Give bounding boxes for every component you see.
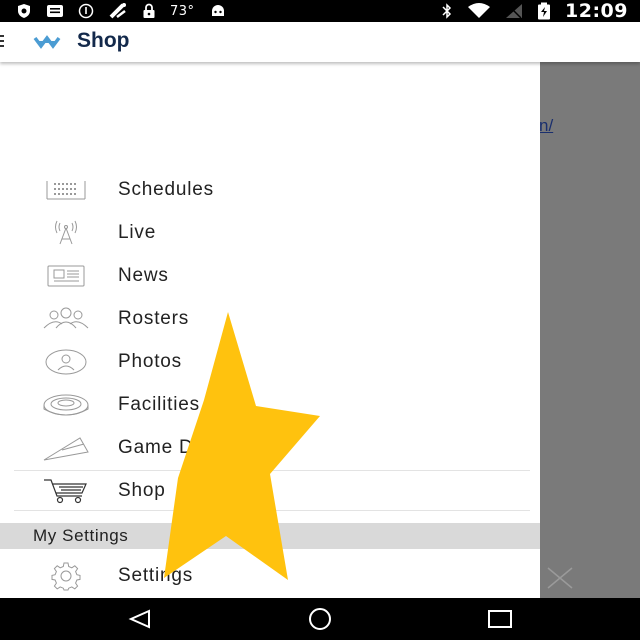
flag-pennant-icon	[40, 432, 92, 464]
drawer-scrim[interactable]	[540, 62, 640, 598]
gear-icon	[40, 560, 92, 592]
drawer-item-news[interactable]: News	[0, 254, 540, 297]
unc-logo-icon	[33, 35, 61, 49]
home-circle-icon[interactable]	[290, 598, 350, 640]
info-circle-icon	[78, 0, 94, 22]
system-navigation-bar	[0, 598, 640, 640]
star-overlay	[164, 312, 320, 580]
status-bar: 73° 12:09	[0, 0, 640, 22]
message-icon	[46, 0, 64, 22]
calendar-icon	[40, 174, 92, 206]
broadcast-tower-icon	[40, 217, 92, 249]
app-bar: Shop	[0, 22, 640, 62]
team-icon	[40, 303, 92, 335]
page-title: Shop	[77, 29, 130, 52]
clock-time: 12:09	[565, 0, 628, 22]
wifi-icon	[467, 0, 491, 22]
drawer-item-label: News	[118, 264, 169, 286]
temperature-label: 73°	[170, 3, 195, 19]
lock-icon	[142, 0, 156, 22]
drawer-item-label: Live	[118, 221, 157, 243]
back-triangle-icon[interactable]	[110, 598, 170, 640]
battery-icon	[537, 0, 551, 22]
shield-icon	[16, 0, 32, 22]
recents-square-icon[interactable]	[470, 598, 530, 640]
photo-person-icon	[40, 346, 92, 378]
section-header-label: My Settings	[33, 526, 129, 545]
drawer-item-live[interactable]: Live	[0, 211, 540, 254]
android-icon	[209, 0, 227, 22]
stadium-icon	[40, 389, 92, 421]
shopping-cart-icon	[40, 475, 92, 507]
fantasy-football-icon	[108, 0, 128, 22]
drawer-item-label: Schedules	[118, 178, 214, 200]
newspaper-icon	[40, 260, 92, 292]
drawer-item-label: Shop	[118, 479, 166, 501]
bluetooth-icon	[441, 0, 453, 22]
signal-icon	[505, 0, 523, 22]
drawer-item-schedules[interactable]: Schedules	[0, 168, 540, 211]
background-link: n/	[539, 116, 554, 135]
menu-icon[interactable]	[0, 35, 6, 49]
close-icon	[546, 566, 574, 590]
